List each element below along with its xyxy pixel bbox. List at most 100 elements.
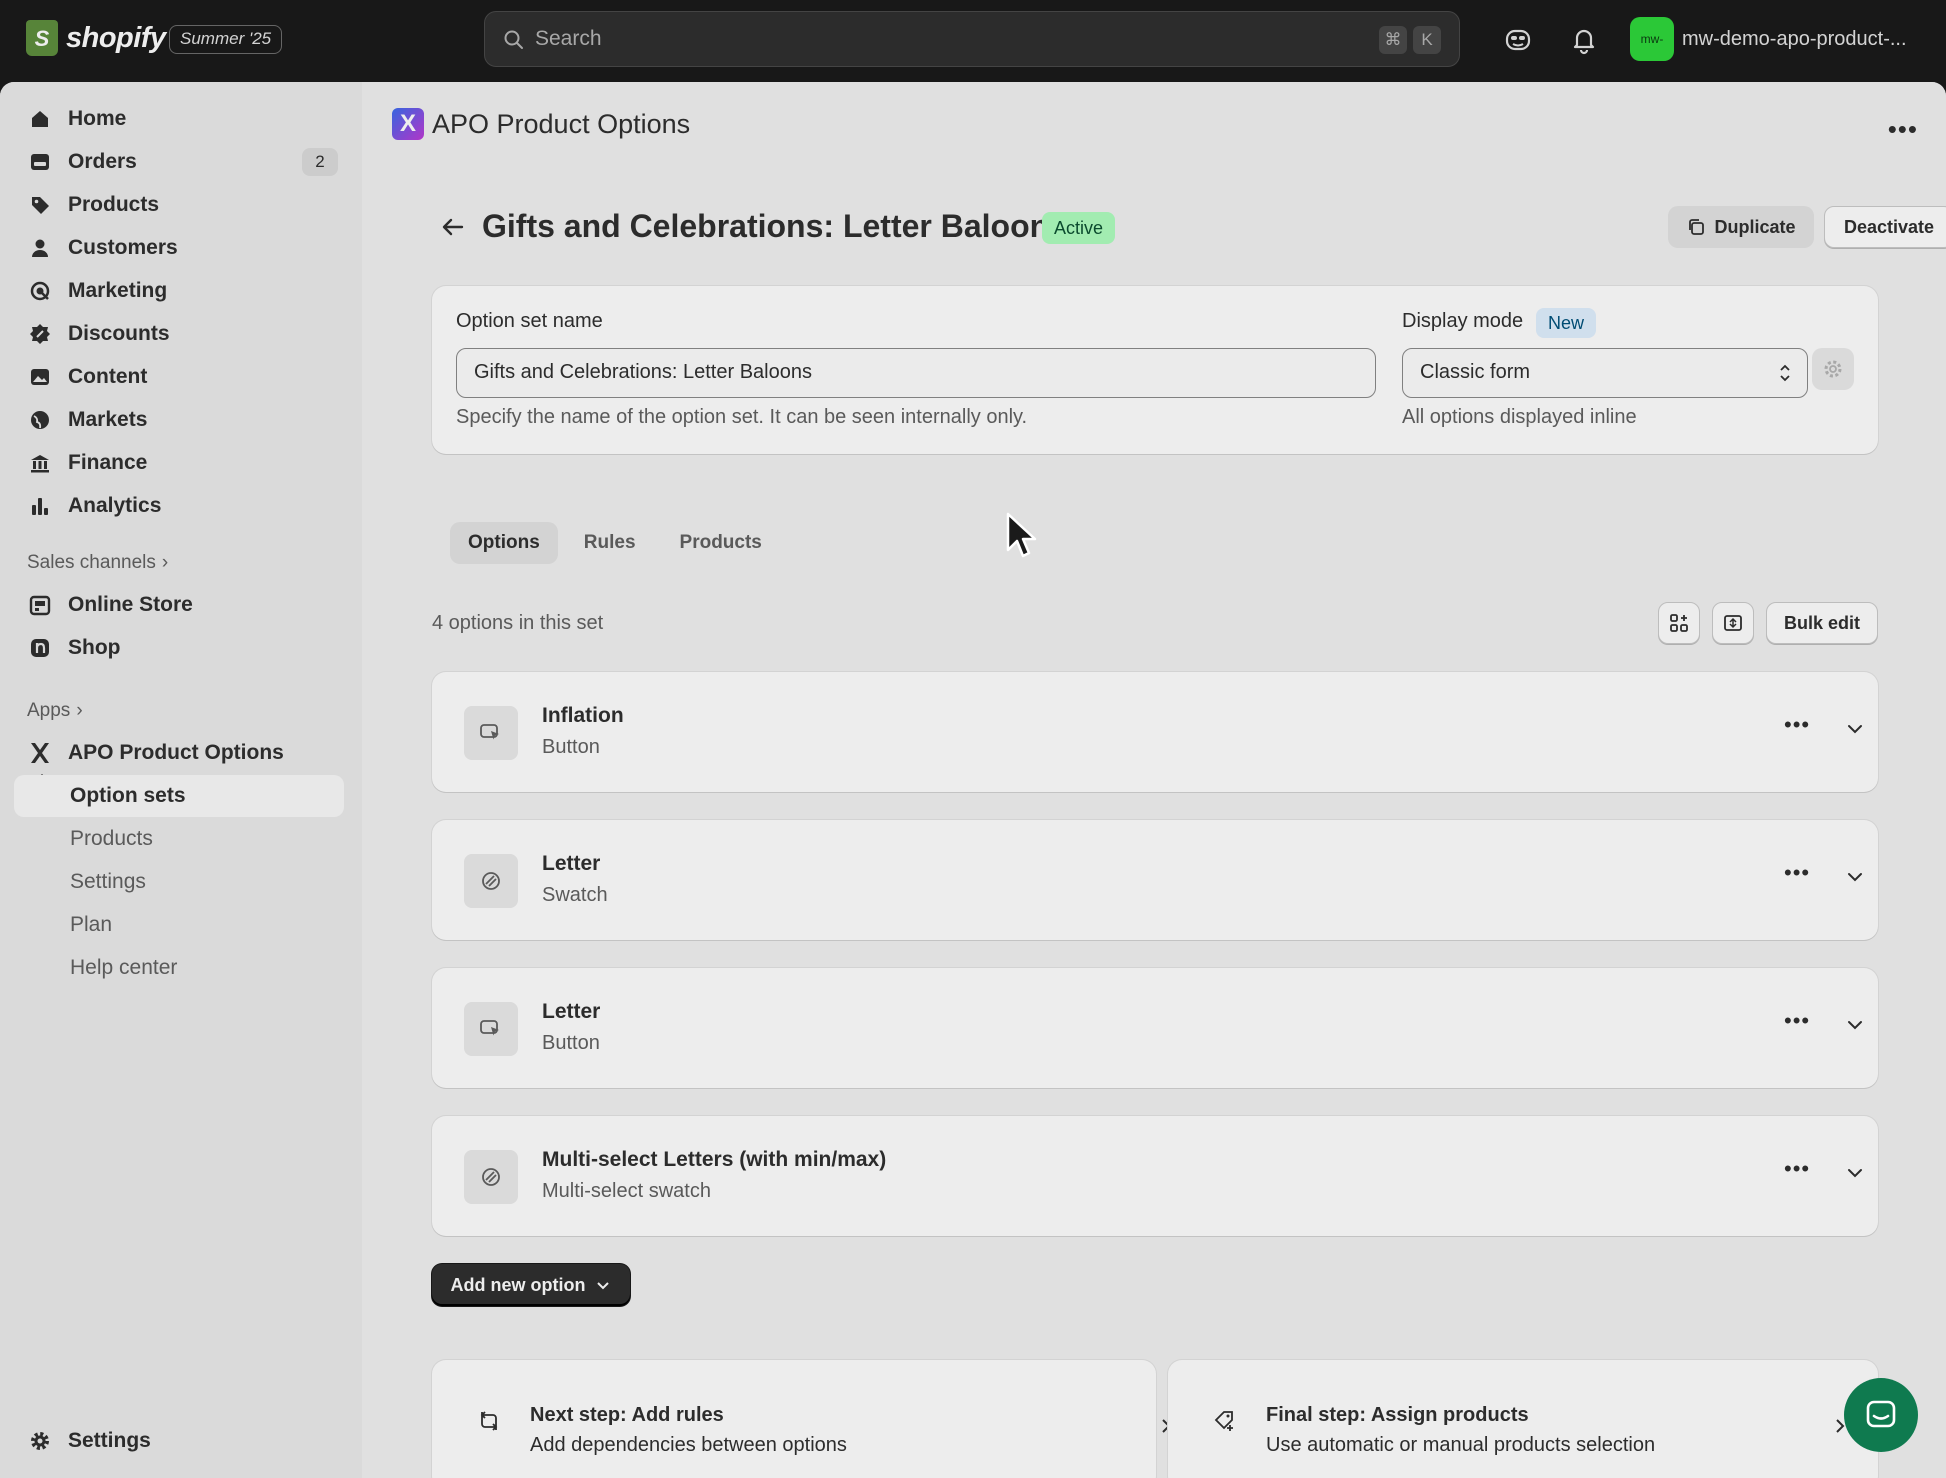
chevron-down-icon[interactable] — [1844, 718, 1866, 740]
search-icon — [504, 30, 523, 49]
sidebar-item-app-products[interactable]: Products — [14, 818, 344, 860]
home-icon — [28, 107, 52, 131]
expand-all-button[interactable] — [1658, 602, 1700, 644]
sidekick-icon[interactable] — [1502, 24, 1534, 56]
store-name: mw-demo-apo-product-... — [1682, 27, 1907, 50]
sidebar-item-label: Settings — [68, 1429, 151, 1452]
display-mode-value: Classic form — [1420, 361, 1531, 383]
sort-icon — [1724, 615, 1742, 631]
add-new-option-button[interactable]: Add new option — [432, 1264, 630, 1306]
sidebar-item-label: Markets — [68, 408, 148, 431]
option-type: Button — [542, 736, 600, 758]
option-card[interactable]: Inflation Button ••• — [432, 672, 1878, 792]
bank-icon — [28, 451, 52, 475]
sidebar-item-label: Help center — [70, 956, 178, 979]
sidebar-item-label: Orders — [68, 150, 137, 173]
apo-logo: X — [392, 108, 424, 140]
sidebar-item-label: Finance — [68, 451, 148, 474]
sidebar: Home Orders 2 Products Customers Marketi… — [0, 82, 362, 1478]
final-step-products-card[interactable]: Final step: Assign products Use automati… — [1168, 1360, 1878, 1478]
sales-channels-header[interactable]: Sales channels › — [27, 552, 168, 574]
edition-badge[interactable]: Summer '25 — [169, 25, 283, 54]
globe-icon — [28, 408, 52, 432]
chart-icon — [28, 494, 52, 518]
tab-bar: Options Rules Products — [450, 522, 780, 564]
image-icon — [28, 365, 52, 389]
option-set-name-input[interactable]: Gifts and Celebrations: Letter Baloons — [456, 348, 1376, 398]
cursor-click-icon — [464, 1002, 518, 1056]
option-more-icon[interactable]: ••• — [1784, 712, 1810, 738]
chevron-down-icon[interactable] — [1844, 1162, 1866, 1184]
sidebar-item-orders[interactable]: Orders 2 — [14, 141, 344, 183]
back-arrow-icon[interactable] — [438, 212, 468, 242]
search-bar[interactable]: Search ⌘ K — [484, 11, 1460, 67]
deactivate-button[interactable]: Deactivate — [1824, 206, 1946, 248]
target-icon — [28, 279, 52, 303]
option-more-icon[interactable]: ••• — [1784, 1156, 1810, 1182]
chat-button[interactable] — [1844, 1378, 1918, 1452]
gear-icon — [28, 1429, 52, 1453]
sidebar-item-app-settings[interactable]: Settings — [14, 861, 344, 903]
tab-products[interactable]: Products — [662, 522, 780, 564]
chevron-right-icon: › — [76, 700, 83, 721]
sidebar-item-marketing[interactable]: Marketing — [14, 270, 344, 312]
discount-icon — [28, 322, 52, 346]
sidebar-item-apo-app[interactable]: APO Product Options — [14, 732, 344, 774]
display-mode-select[interactable]: Classic form — [1402, 348, 1808, 398]
bell-icon[interactable] — [1568, 24, 1600, 56]
option-more-icon[interactable]: ••• — [1784, 860, 1810, 886]
shortcut-k-key: K — [1413, 26, 1441, 54]
bulk-edit-button[interactable]: Bulk edit — [1766, 602, 1878, 644]
shopify-logo[interactable]: shopify — [26, 20, 166, 56]
option-more-icon[interactable]: ••• — [1784, 1008, 1810, 1034]
chevron-down-icon[interactable] — [1844, 1014, 1866, 1036]
sidebar-item-plan[interactable]: Plan — [14, 904, 344, 946]
chevron-down-icon[interactable] — [1844, 866, 1866, 888]
sidebar-item-finance[interactable]: Finance — [14, 442, 344, 484]
chevron-right-icon: › — [161, 552, 169, 573]
sidebar-item-shop[interactable]: Shop — [14, 627, 344, 669]
sidebar-item-content[interactable]: Content — [14, 356, 344, 398]
sidebar-item-markets[interactable]: Markets — [14, 399, 344, 441]
option-card[interactable]: Multi-select Letters (with min/max) Mult… — [432, 1116, 1878, 1236]
sidebar-item-label: Shop — [68, 636, 121, 659]
display-settings-button[interactable] — [1812, 348, 1854, 390]
apps-header[interactable]: Apps › — [27, 700, 83, 722]
sidebar-item-online-store[interactable]: Online Store — [14, 584, 344, 626]
sidebar-item-label: Plan — [70, 913, 113, 936]
store-icon — [28, 593, 52, 617]
chat-icon — [1866, 1400, 1896, 1428]
main-content: X APO Product Options ••• Gifts and Cele… — [362, 82, 1946, 1478]
sidebar-item-products[interactable]: Products — [14, 184, 344, 226]
option-card[interactable]: Letter Swatch ••• — [432, 820, 1878, 940]
sidebar-item-discounts[interactable]: Discounts — [14, 313, 344, 355]
tab-rules[interactable]: Rules — [566, 522, 654, 564]
option-card[interactable]: Letter Button ••• — [432, 968, 1878, 1088]
shop-icon — [28, 636, 52, 660]
option-type: Button — [542, 1032, 600, 1054]
sidebar-item-settings[interactable]: Settings — [14, 1420, 344, 1462]
sidebar-item-label: Online Store — [68, 593, 193, 616]
reorder-button[interactable] — [1712, 602, 1754, 644]
next-step-rules-card[interactable]: Next step: Add rules Add dependencies be… — [432, 1360, 1171, 1478]
more-actions-icon[interactable]: ••• — [1888, 114, 1918, 145]
tab-options[interactable]: Options — [450, 522, 558, 564]
apps-label: Apps — [27, 700, 71, 721]
sidebar-item-customers[interactable]: Customers — [14, 227, 344, 269]
store-menu[interactable]: mw- mw-demo-apo-product-... — [1630, 17, 1907, 61]
sidebar-item-option-sets[interactable]: Option sets — [14, 775, 344, 817]
shopify-bag-icon — [26, 20, 58, 56]
option-type: Swatch — [542, 884, 608, 906]
duplicate-button[interactable]: Duplicate — [1668, 206, 1814, 248]
brand-name: shopify — [66, 21, 166, 54]
swatch-icon — [464, 1150, 518, 1204]
sidebar-item-analytics[interactable]: Analytics — [14, 485, 344, 527]
sidebar-item-label: Discounts — [68, 322, 170, 345]
display-mode-label: Display mode — [1402, 310, 1524, 332]
step-title: Final step: Assign products — [1266, 1404, 1529, 1426]
sidebar-item-help-center[interactable]: Help center — [14, 947, 344, 989]
duplicate-label: Duplicate — [1714, 216, 1796, 237]
select-arrows-icon — [1780, 364, 1790, 382]
sidebar-item-home[interactable]: Home — [14, 98, 344, 140]
apps-grid-icon — [1670, 614, 1688, 632]
